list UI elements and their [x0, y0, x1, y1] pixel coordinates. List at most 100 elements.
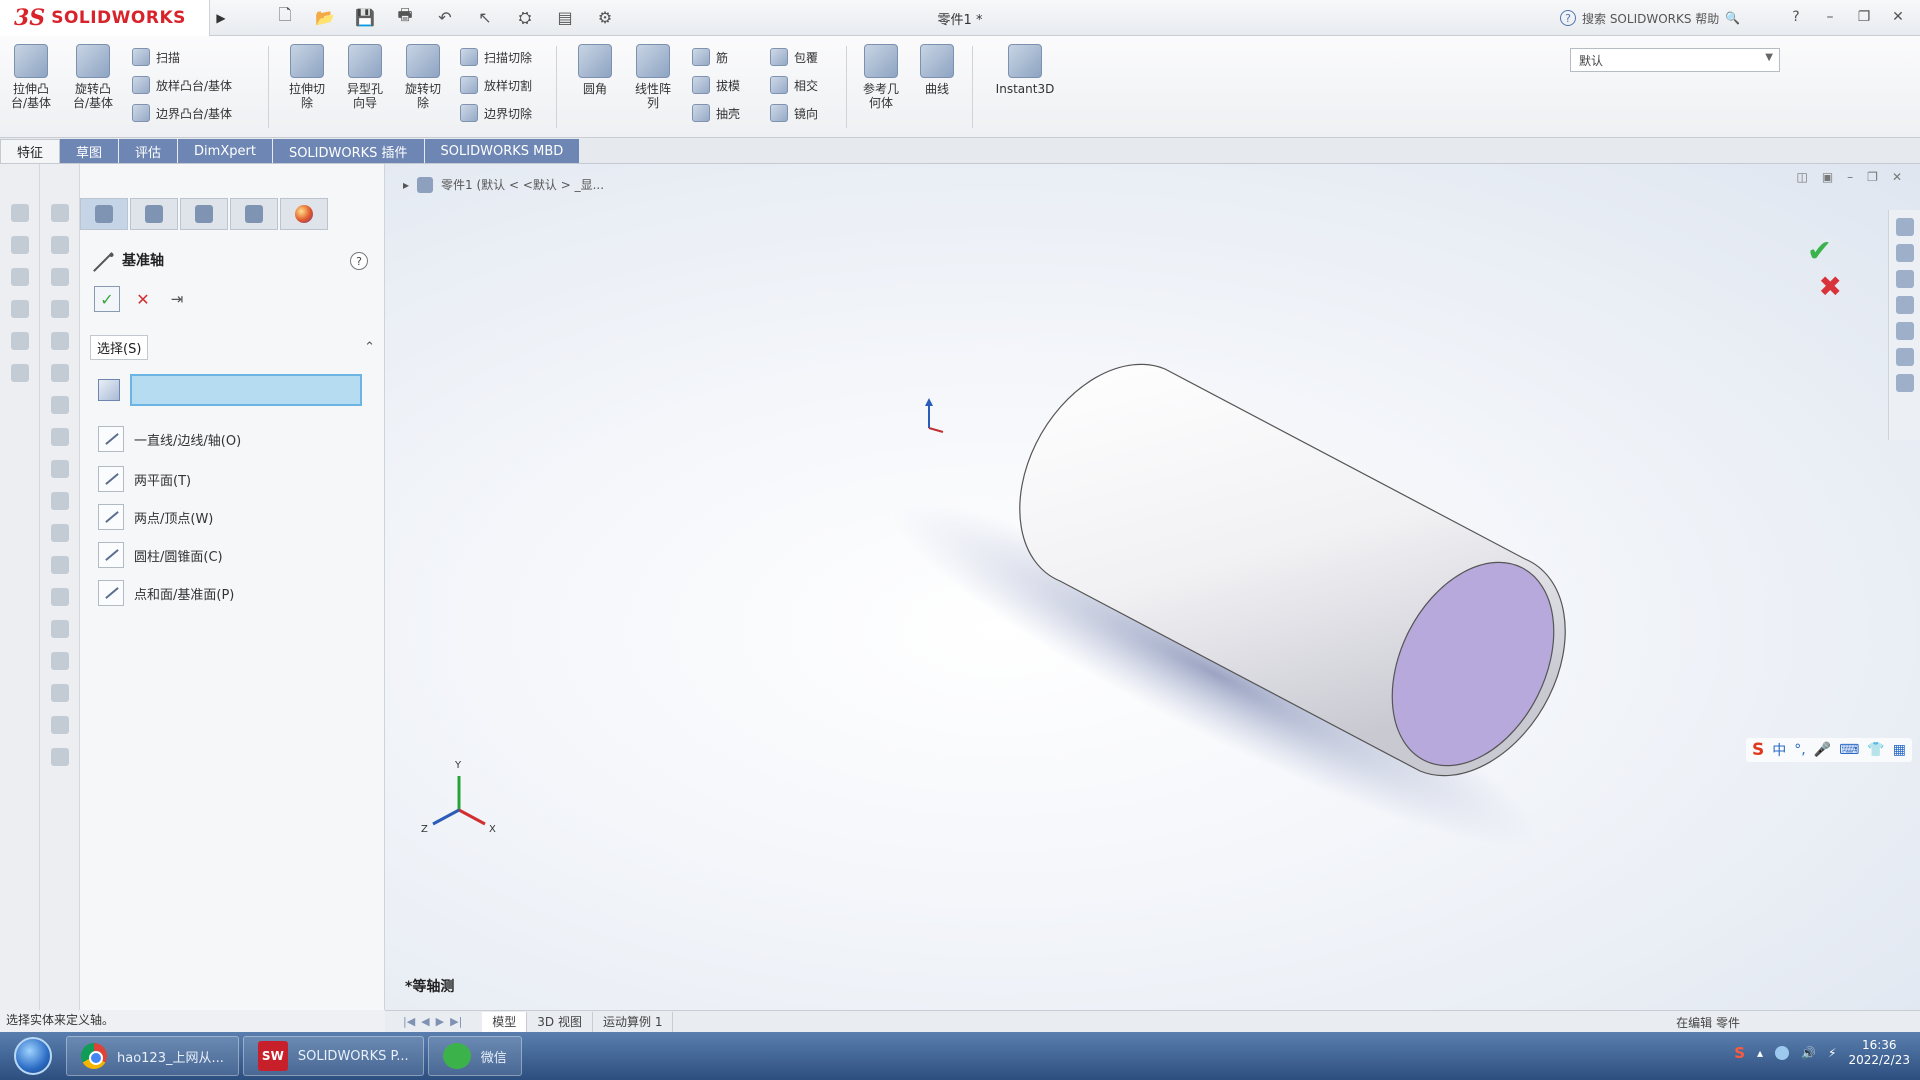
tab-features[interactable]: 特征	[0, 139, 61, 163]
graphics-viewport[interactable]: ▸ 零件1 (默认 < <默认 > _显... ◫ ▣ – ❐ ✕ ✔ ✖ Y …	[385, 164, 1920, 1010]
file-properties-icon[interactable]: ▤	[552, 6, 578, 30]
close-icon[interactable]: ✕	[1888, 6, 1908, 28]
help-search-box[interactable]: ? 搜索 SOLIDWORKS 帮助 🔍	[1560, 6, 1770, 30]
loft-button[interactable]: 放样凸台/基体	[132, 72, 232, 98]
fillet-button[interactable]: 圆角	[564, 44, 626, 126]
configuration-dropdown[interactable]: 默认 ▼	[1570, 48, 1780, 72]
toolbar-icon[interactable]	[11, 332, 29, 350]
search-icon[interactable]: 🔍	[1725, 11, 1740, 25]
toolbar-icon[interactable]	[51, 716, 69, 734]
solidworks-logo[interactable]: 3S SOLIDWORKS	[0, 0, 210, 36]
swept-cut-button[interactable]: 扫描切除	[460, 44, 532, 70]
toolbar-icon[interactable]	[51, 748, 69, 766]
hole-wizard-button[interactable]: 异型孔 向导	[334, 44, 396, 126]
toolbar-icon[interactable]	[11, 300, 29, 318]
toolbar-icon[interactable]	[51, 364, 69, 382]
ime-mode[interactable]: 中	[1772, 740, 1786, 760]
save-icon[interactable]: 💾	[352, 6, 378, 30]
keyboard-icon[interactable]: ⌨	[1839, 742, 1859, 758]
boundary-cut-button[interactable]: 边界切除	[460, 100, 532, 126]
toolbar-icon[interactable]	[51, 428, 69, 446]
tab-property-manager[interactable]	[130, 198, 178, 230]
extrude-boss-button[interactable]: 拉伸凸 台/基体	[0, 44, 62, 126]
toolbar-icon[interactable]	[11, 364, 29, 382]
taskbar-item-chrome[interactable]: hao123_上网从...	[66, 1036, 239, 1076]
grid-menu-icon[interactable]: ▦	[1893, 742, 1906, 758]
prev-arrow-icon[interactable]: ◀	[421, 1015, 429, 1028]
selections-group-header[interactable]: 选择(S) ⌃	[90, 334, 375, 360]
curves-button[interactable]: 曲线	[906, 44, 968, 126]
tab-sketch[interactable]: 草图	[60, 139, 120, 163]
toolbar-icon[interactable]	[51, 492, 69, 510]
toolbar-icon[interactable]	[51, 204, 69, 222]
toolbar-icon[interactable]	[51, 588, 69, 606]
power-icon[interactable]: ⚡	[1828, 1046, 1836, 1060]
microphone-icon[interactable]: 🎤	[1814, 742, 1831, 758]
tab-model[interactable]: 模型	[482, 1011, 528, 1032]
toolbar-icon[interactable]	[51, 652, 69, 670]
show-hidden-icons-icon[interactable]: ▴	[1757, 1046, 1763, 1060]
toolbar-icon[interactable]	[51, 460, 69, 478]
tab-dimxpert-manager[interactable]	[230, 198, 278, 230]
network-icon[interactable]	[1775, 1046, 1790, 1060]
linear-pattern-button[interactable]: 线性阵 列	[622, 44, 684, 126]
toolbar-icon[interactable]	[51, 332, 69, 350]
open-icon[interactable]: 📂	[312, 6, 338, 30]
help-icon[interactable]: ?	[1786, 6, 1806, 28]
selection-list-box[interactable]	[130, 374, 362, 406]
draft-button[interactable]: 拔模	[692, 72, 740, 98]
revolve-cut-button[interactable]: 旋转切 除	[392, 44, 454, 126]
help-icon[interactable]: ?	[350, 252, 368, 270]
tab-dimxpert[interactable]: DimXpert	[178, 139, 273, 163]
pin-icon[interactable]: ⇥	[166, 288, 188, 310]
new-document-icon[interactable]: 🗋	[272, 5, 298, 30]
select-icon[interactable]: ↖	[472, 6, 498, 30]
taskbar-item-solidworks[interactable]: SW SOLIDWORKS P...	[242, 1036, 424, 1076]
toolbar-icon[interactable]	[51, 620, 69, 638]
option-line-edge-axis[interactable]: 一直线/边线/轴(O)	[98, 426, 241, 452]
options-gear-icon[interactable]: ⚙	[592, 6, 618, 30]
shell-button[interactable]: 抽壳	[692, 100, 740, 126]
sogou-tray-icon[interactable]: S	[1734, 1044, 1745, 1062]
skin-icon[interactable]: 👕	[1867, 742, 1884, 758]
tab-feature-manager[interactable]	[80, 198, 128, 230]
rib-button[interactable]: 筋	[692, 44, 728, 70]
menu-expand-icon[interactable]: ▶	[210, 0, 232, 36]
intersect-button[interactable]: 相交	[770, 72, 818, 98]
print-icon[interactable]: 🖶	[392, 5, 418, 30]
toolbar-icon[interactable]	[51, 236, 69, 254]
boundary-boss-button[interactable]: 边界凸台/基体	[132, 100, 232, 126]
toolbar-icon[interactable]	[11, 236, 29, 254]
tab-3d-views[interactable]: 3D 视图	[527, 1011, 593, 1032]
rebuild-icon[interactable]: ⛭	[512, 6, 538, 30]
clock[interactable]: 16:36 2022/2/23	[1848, 1038, 1910, 1068]
option-point-and-face[interactable]: 点和面/基准面(P)	[98, 580, 234, 606]
toolbar-icon[interactable]	[11, 204, 29, 222]
toolbar-icon[interactable]	[51, 524, 69, 542]
mirror-button[interactable]: 镜向	[770, 100, 818, 126]
sweep-button[interactable]: 扫描	[132, 44, 180, 70]
tab-display-manager[interactable]	[280, 198, 328, 230]
minimize-icon[interactable]: –	[1820, 6, 1840, 28]
ok-check-icon[interactable]: ✓	[94, 286, 120, 312]
first-arrow-icon[interactable]: |◀	[403, 1015, 415, 1028]
next-arrow-icon[interactable]: ▶	[436, 1015, 444, 1028]
toolbar-icon[interactable]	[51, 684, 69, 702]
instant3d-button[interactable]: Instant3D	[982, 44, 1068, 126]
lofted-cut-button[interactable]: 放样切割	[460, 72, 532, 98]
undo-icon[interactable]: ↶	[432, 6, 458, 30]
toolbar-icon[interactable]	[51, 556, 69, 574]
volume-icon[interactable]: 🔊	[1801, 1046, 1816, 1060]
start-button[interactable]	[4, 1034, 62, 1078]
revolve-boss-button[interactable]: 旋转凸 台/基体	[62, 44, 124, 126]
restore-icon[interactable]: ❐	[1854, 6, 1874, 28]
toolbar-icon[interactable]	[51, 300, 69, 318]
sogou-ime-icon[interactable]: S	[1752, 740, 1764, 760]
chevron-up-icon[interactable]: ⌃	[364, 340, 375, 355]
last-arrow-icon[interactable]: ▶|	[450, 1015, 462, 1028]
tab-motion-study[interactable]: 运动算例 1	[593, 1011, 674, 1032]
tab-solidworks-addins[interactable]: SOLIDWORKS 插件	[272, 139, 425, 163]
option-cylindrical-face[interactable]: 圆柱/圆锥面(C)	[98, 542, 223, 568]
tab-evaluate[interactable]: 评估	[119, 139, 179, 163]
extrude-cut-button[interactable]: 拉伸切 除	[276, 44, 338, 126]
